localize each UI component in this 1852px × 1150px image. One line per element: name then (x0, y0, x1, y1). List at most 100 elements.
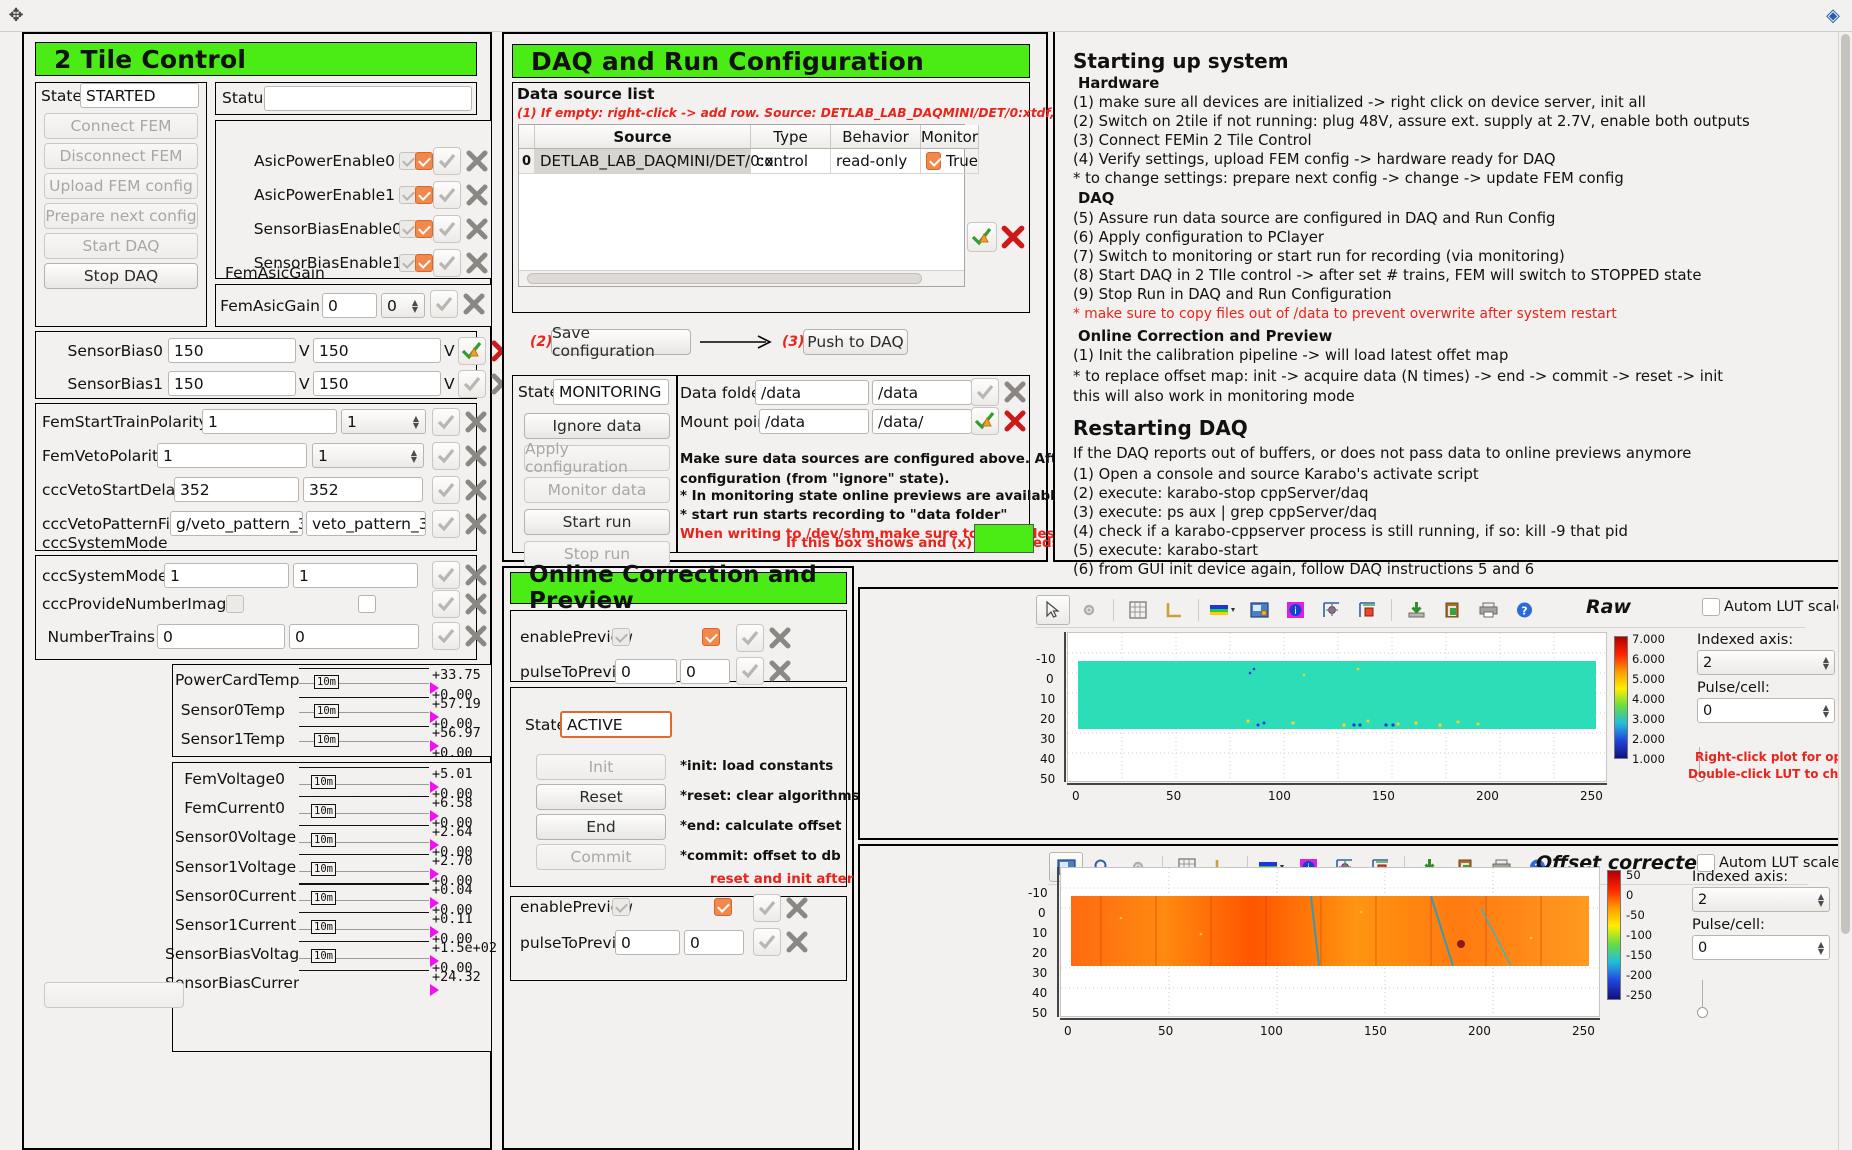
table-row-behavior[interactable]: read-only (831, 149, 921, 174)
ccc-system-mode-apply-icon[interactable] (432, 561, 460, 589)
upload-fem-config-button[interactable]: Upload FEM config (44, 173, 198, 199)
apply-configuration-button[interactable]: Apply configuration (524, 440, 670, 476)
ccc-veto-start-delay-value[interactable]: 352 (174, 477, 299, 502)
enable-preview-target[interactable] (702, 628, 720, 646)
sensor-bias0-apply-icon[interactable] (458, 337, 486, 365)
raw-autoscale-checkbox[interactable] (1702, 598, 1720, 616)
axes-icon[interactable] (1157, 595, 1191, 625)
fem-start-train-polarity-spinner[interactable]: 1 ▲ ▼ (341, 409, 426, 434)
offset-pulse-cell-select[interactable]: 0 ▲ ▼ (1692, 935, 1830, 960)
raw-pulse-cell-select[interactable]: 0 ▲ ▼ (1697, 698, 1835, 723)
monitor-data-button[interactable]: Monitor data (524, 477, 670, 503)
sensor-bias-enable1-target[interactable] (415, 254, 433, 272)
print-icon[interactable] (1471, 595, 1505, 625)
table-hscroll-thumb[interactable] (527, 273, 922, 284)
pulse-to-preview2-value[interactable]: 0 (615, 930, 680, 955)
pulse-to-preview-cancel-icon[interactable] (766, 657, 794, 685)
offset-colorbar-slider[interactable] (1697, 1007, 1708, 1018)
ccc-provide-number-images-cancel-icon[interactable] (462, 590, 490, 618)
info-icon[interactable]: i (1278, 595, 1312, 625)
help-icon[interactable]: ? (1507, 595, 1541, 625)
pin-icon[interactable]: ◈ (1822, 5, 1844, 27)
ccc-veto-pattern-file-apply-icon[interactable] (432, 510, 460, 538)
fem-start-train-polarity-apply-icon[interactable] (432, 408, 460, 436)
start-daq-button[interactable]: Start DAQ (44, 233, 198, 259)
fem-veto-polarity-apply-icon[interactable] (432, 442, 460, 470)
table-row-type[interactable]: control (751, 149, 831, 174)
commit-button[interactable]: Commit (536, 844, 666, 870)
offset-indexed-axis-select[interactable]: 2 ▲ ▼ (1692, 887, 1830, 912)
fem-asic-gain-spinner[interactable]: 0 ▲ ▼ (381, 293, 425, 318)
page-vscroll-thumb[interactable] (1841, 34, 1850, 934)
data-source-table[interactable]: Source Type Behavior Monitor 0 DETLAB_LA… (518, 124, 979, 287)
pointer-icon[interactable] (1036, 594, 1070, 625)
ccc-provide-number-images-apply-icon[interactable] (432, 590, 460, 618)
pulse-to-preview-apply-icon[interactable] (736, 657, 764, 685)
offset-plot-area[interactable] (1060, 867, 1600, 1017)
sensor-bias-enable0-cancel-icon[interactable] (463, 215, 491, 243)
page-vertical-scrollbar[interactable] (1838, 32, 1852, 1150)
offset-colorbar-track[interactable] (1702, 980, 1703, 1008)
stop-daq-button[interactable]: Stop DAQ (44, 263, 198, 289)
push-to-daq-button[interactable]: Push to DAQ (803, 329, 908, 355)
reset-button[interactable]: Reset (536, 784, 666, 810)
asic-power-enable0-cancel-icon[interactable] (463, 147, 491, 175)
number-trains-apply-icon[interactable] (432, 622, 460, 650)
enable-preview2-cancel-icon[interactable] (783, 894, 811, 922)
table-row-monitor[interactable]: True (921, 149, 979, 174)
number-trains-cancel-icon[interactable] (462, 622, 490, 650)
table-row-monitor-checkbox[interactable] (926, 152, 942, 170)
mount-point-cancel-icon[interactable] (1001, 407, 1029, 435)
data-source-apply-icon[interactable] (967, 222, 997, 252)
roi-icon[interactable] (1242, 595, 1276, 625)
mount-point-apply-icon[interactable] (971, 407, 999, 435)
raw-indexed-axis-select[interactable]: 2 ▲ ▼ (1697, 650, 1835, 675)
fem-veto-polarity-spin-arrows[interactable]: ▲ ▼ (409, 446, 419, 465)
fem-veto-polarity-value[interactable]: 1 (157, 443, 307, 468)
number-trains-value[interactable]: 0 (157, 624, 285, 649)
fem-asic-gain-apply-icon[interactable] (430, 290, 458, 318)
ccc-veto-pattern-file-cancel-icon[interactable] (462, 510, 490, 538)
raw-colorbar[interactable] (1614, 636, 1628, 759)
asic-power-enable1-target[interactable] (415, 186, 433, 204)
save-icon[interactable] (1399, 595, 1433, 625)
sensor-bias1-value[interactable]: 150 (168, 371, 296, 396)
colormap-icon[interactable] (1206, 595, 1240, 625)
asic-power-enable0-apply-icon[interactable] (433, 147, 461, 175)
table-hscrollbar[interactable] (519, 270, 964, 286)
picker-icon[interactable] (1350, 595, 1384, 625)
data-folder-value[interactable]: /data (755, 380, 869, 405)
data-source-cancel-icon[interactable] (998, 222, 1028, 252)
offset-indexed-axis-arrows[interactable]: ▲ ▼ (1818, 890, 1824, 909)
sensor-bias-enable0-target[interactable] (415, 220, 433, 238)
ccc-veto-start-delay-cancel-icon[interactable] (462, 476, 490, 504)
ccc-veto-start-delay-apply-icon[interactable] (432, 476, 460, 504)
fem-asic-gain-spin-arrows[interactable]: ▲ ▼ (410, 296, 420, 315)
ccc-veto-pattern-file-value[interactable]: g/veto_pattern_32.xml (170, 511, 303, 536)
pulse-to-preview2-apply-icon[interactable] (753, 928, 781, 956)
fem-veto-polarity-cancel-icon[interactable] (462, 442, 490, 470)
asic-power-enable1-apply-icon[interactable] (433, 181, 461, 209)
fem-start-train-polarity-cancel-icon[interactable] (462, 408, 490, 436)
grid-icon[interactable] (1121, 595, 1155, 625)
enable-preview2-target[interactable] (714, 898, 732, 916)
tile-bottom-button[interactable] (44, 982, 184, 1008)
pulse-to-preview2-cancel-icon[interactable] (783, 928, 811, 956)
copy-icon[interactable] (1435, 595, 1469, 625)
save-configuration-button[interactable]: Save configuration (551, 324, 691, 360)
disconnect-fem-button[interactable]: Disconnect FEM (44, 143, 198, 169)
ccc-system-mode-cancel-icon[interactable] (462, 561, 490, 589)
table-row-source[interactable]: DETLAB_LAB_DAQMINI/DET/0:x... (535, 149, 788, 174)
fem-start-train-polarity-spin-arrows[interactable]: ▲ ▼ (411, 412, 421, 431)
gear-icon[interactable] (1072, 595, 1106, 625)
crosshair-icon[interactable] (1314, 595, 1348, 625)
data-folder-cancel-icon[interactable] (1001, 378, 1029, 406)
raw-indexed-axis-arrows[interactable]: ▲ ▼ (1823, 653, 1829, 672)
fem-veto-polarity-spinner[interactable]: 1 ▲ ▼ (312, 443, 424, 468)
offset-pulse-cell-arrows[interactable]: ▲ ▼ (1818, 938, 1824, 957)
init-button[interactable]: Init (536, 754, 666, 780)
fem-asic-gain-value[interactable]: 0 (322, 293, 377, 318)
pulse-to-preview-value[interactable]: 0 (615, 659, 677, 684)
ccc-system-mode-value[interactable]: 1 (164, 563, 289, 588)
move-icon[interactable]: ✥ (6, 6, 26, 26)
